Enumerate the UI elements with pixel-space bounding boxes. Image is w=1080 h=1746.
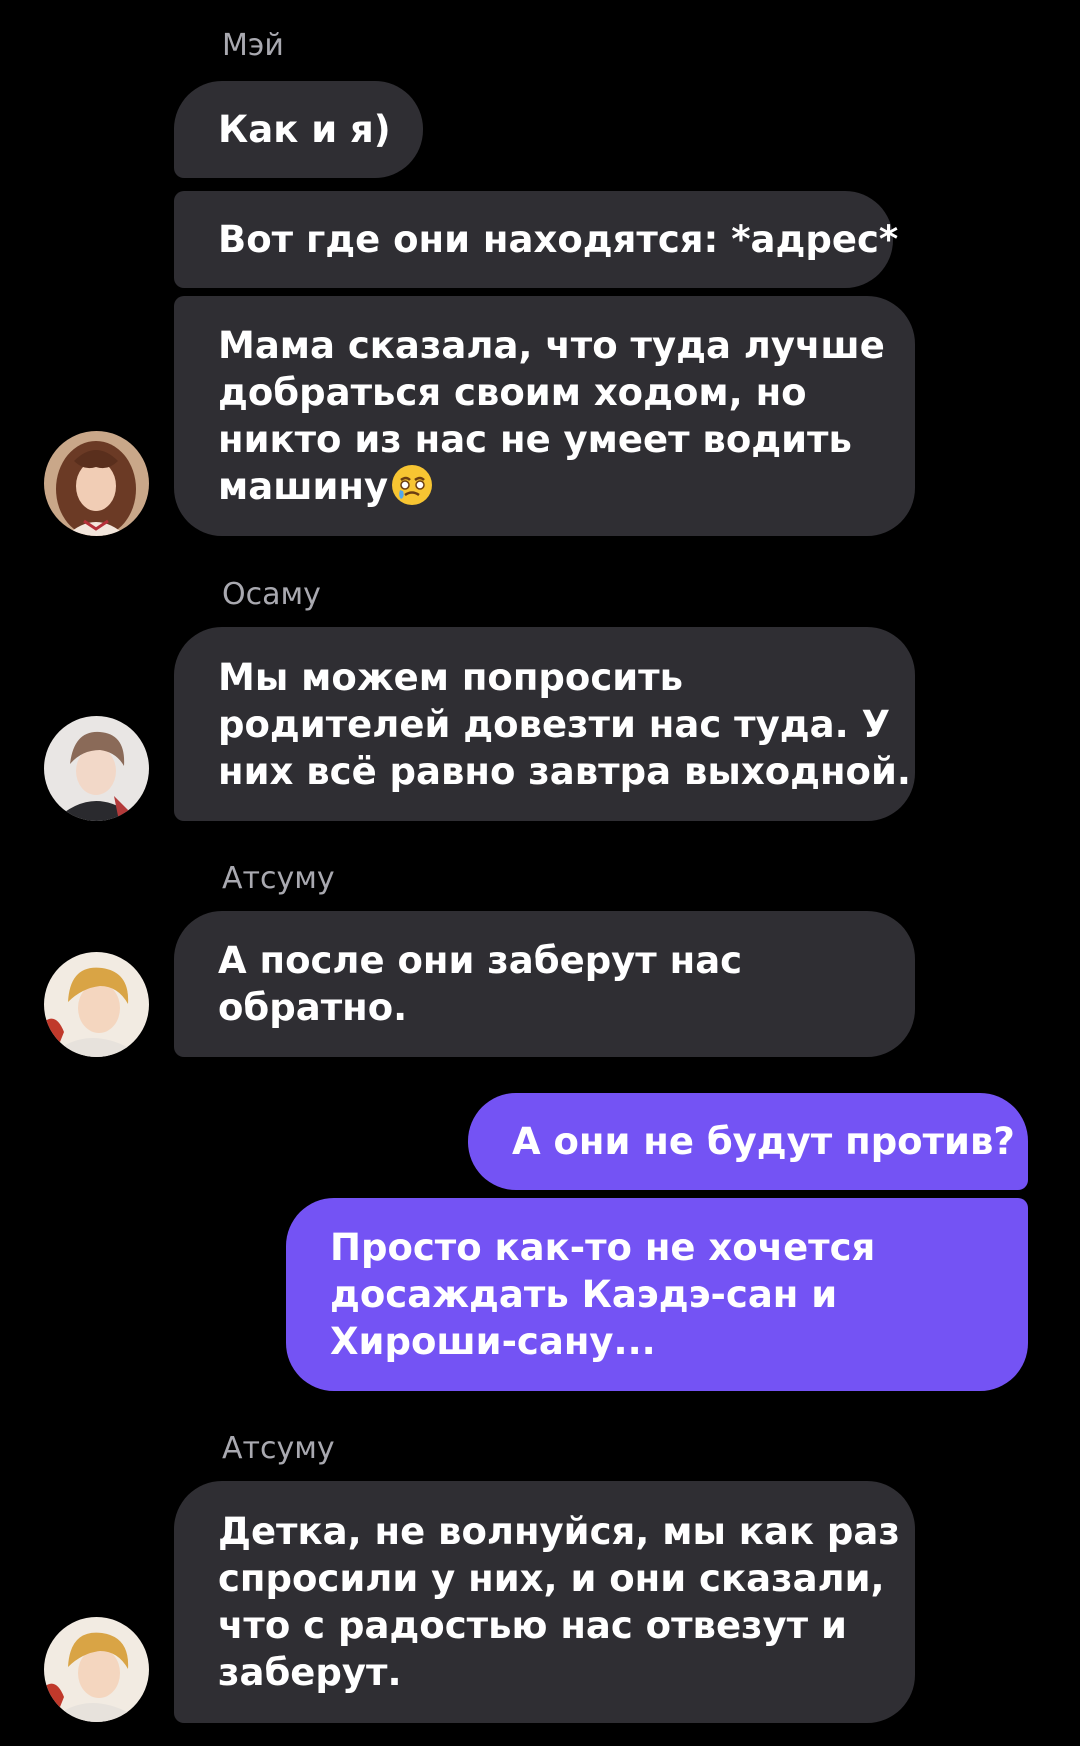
message-bubble[interactable]: Вот где они находятся: *адрес* xyxy=(174,191,899,288)
message-bubble[interactable]: А после они заберут нас обратно. xyxy=(174,911,915,1057)
message-bubble[interactable]: Просто как-то не хочется досаждать Каэдэ… xyxy=(286,1198,1028,1391)
message-text: Детка, не волнуйся, мы как раз xyxy=(218,1510,900,1553)
message-text: что с радостью нас отвезут и xyxy=(218,1604,847,1647)
message-text: них всё равно завтра выходной. xyxy=(218,749,911,793)
message-bubble[interactable]: Мама сказала, что туда лучше добраться с… xyxy=(174,296,915,536)
message-text: А после они заберут нас xyxy=(218,939,743,982)
message-text: Вот где они находятся: *адрес* xyxy=(218,218,899,261)
sender-name-mei: Мэй xyxy=(222,28,284,63)
atsumu-avatar[interactable] xyxy=(44,1617,149,1722)
message-text: Просто как-то не хочется xyxy=(330,1226,876,1269)
sender-name-osamu: Осаму xyxy=(222,577,321,612)
message-bubble[interactable]: Мы можем попросить родителей довезти нас… xyxy=(174,627,915,821)
message-text: обратно. xyxy=(218,986,408,1029)
message-text: Хироши-сану... xyxy=(330,1320,656,1363)
message-text: Мама сказала, что туда лучше xyxy=(218,324,885,367)
atsumu-avatar[interactable] xyxy=(44,952,149,1057)
sender-name-atsumu: Атсуму xyxy=(222,861,335,896)
message-text: машину xyxy=(218,463,871,510)
mei-avatar[interactable] xyxy=(44,431,149,536)
message-bubble[interactable]: Как и я) xyxy=(174,81,423,178)
message-text: родителей довезти нас туда. У xyxy=(218,702,891,746)
message-text: спросили у них, и они сказали, xyxy=(218,1557,885,1600)
message-text: досаждать Каэдэ-сан и xyxy=(330,1273,838,1316)
message-bubble[interactable]: А они не будут против? xyxy=(468,1093,1028,1190)
face-holding-back-tears-icon xyxy=(390,463,434,507)
message-text: заберут. xyxy=(218,1651,402,1694)
message-text: Как и я) xyxy=(218,108,391,151)
message-text: Мы можем попросить xyxy=(218,655,684,699)
sender-name-atsumu: Атсуму xyxy=(222,1431,335,1466)
osamu-avatar[interactable] xyxy=(44,716,149,821)
message-bubble[interactable]: Детка, не волнуйся, мы как раз спросили … xyxy=(174,1481,915,1723)
message-text: никто из нас не умеет водить xyxy=(218,418,852,461)
message-text: А они не будут против? xyxy=(512,1120,1015,1163)
message-text: добраться своим ходом, но xyxy=(218,371,807,414)
